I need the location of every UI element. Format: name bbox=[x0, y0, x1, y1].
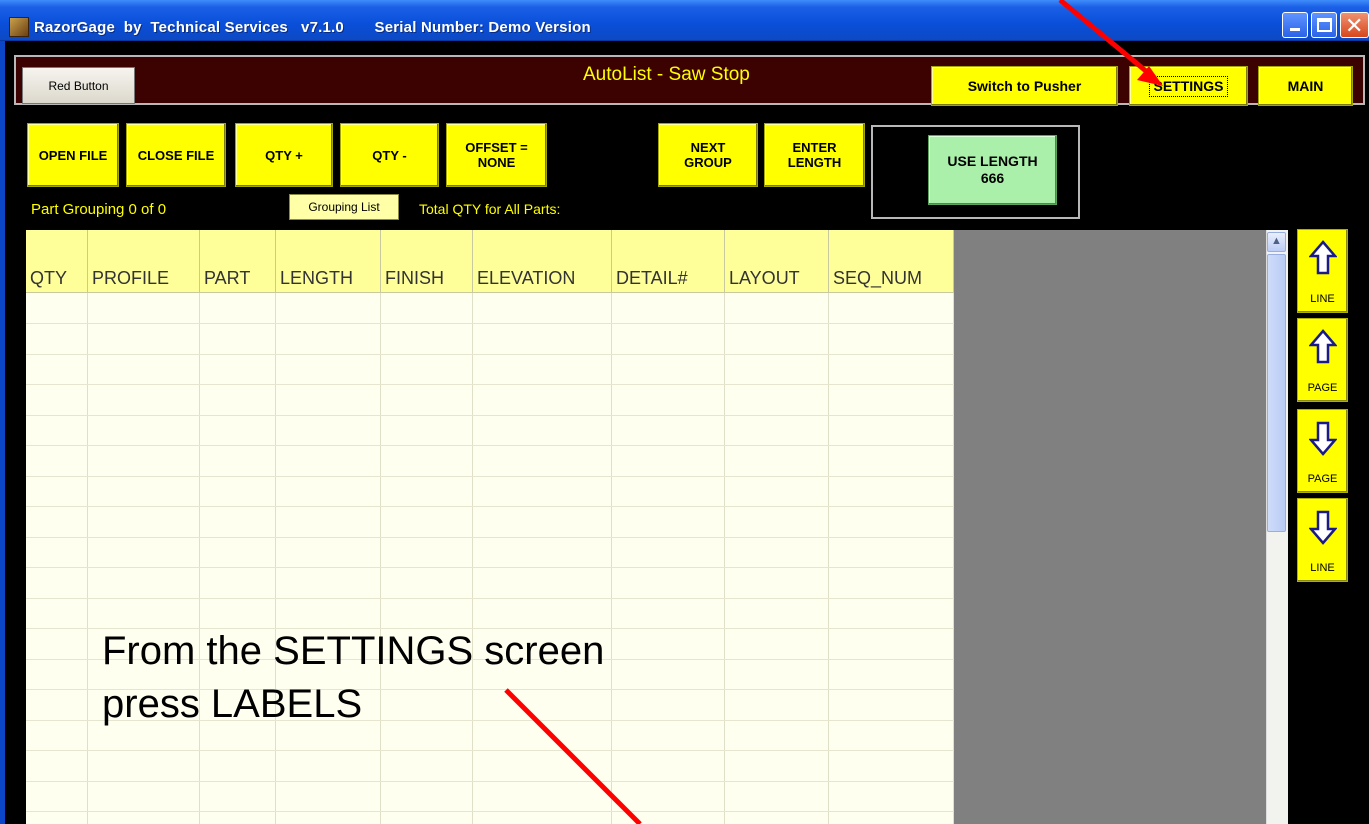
annotation-arrows bbox=[504, 0, 1163, 824]
arrow-to-labels bbox=[504, 688, 642, 824]
arrow-to-settings bbox=[1058, 0, 1154, 78]
